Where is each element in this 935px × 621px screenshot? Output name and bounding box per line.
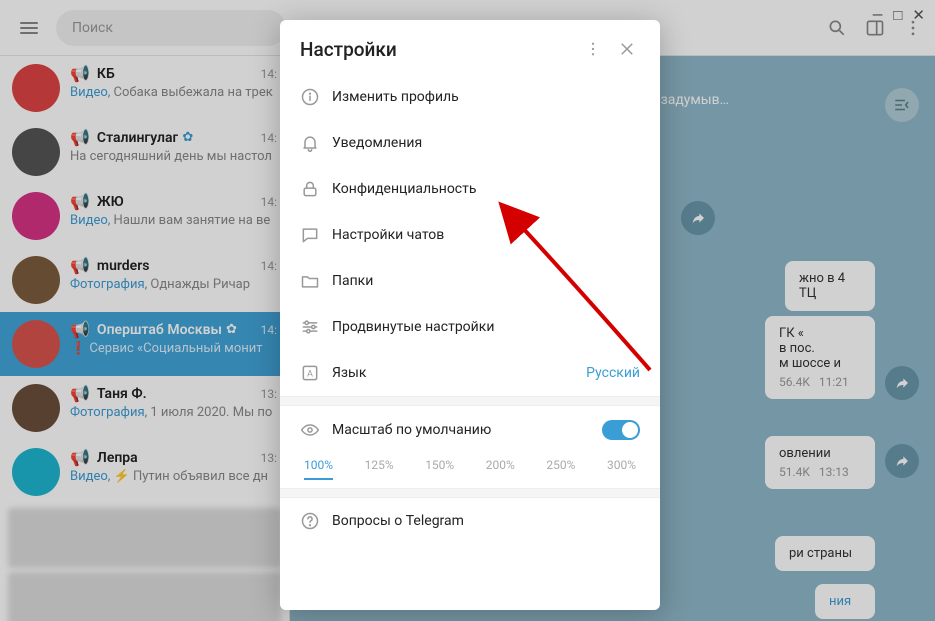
settings-item-sliders[interactable]: Продвинутые настройки [280, 304, 660, 350]
modal-close-icon[interactable] [614, 36, 640, 62]
settings-item-lang[interactable]: A Язык Русский [280, 350, 660, 396]
scale-section: Масштаб по умолчанию 100% 125% 150% 200% 250… [280, 406, 660, 488]
settings-item-lock[interactable]: Конфиденциальность [280, 166, 660, 212]
setting-label: Уведомления [332, 135, 640, 151]
modal-more-icon[interactable] [580, 36, 606, 62]
setting-label: Продвинутые настройки [332, 319, 640, 335]
scale-option[interactable]: 300% [607, 458, 636, 480]
scale-option[interactable]: 100% [304, 458, 333, 480]
folder-icon [300, 271, 332, 291]
scale-toggle[interactable] [602, 420, 640, 440]
lock-icon [300, 179, 332, 199]
settings-modal: Настройки Изменить профиль Уведомления К… [280, 20, 660, 610]
sliders-icon [300, 317, 332, 337]
info-icon [300, 87, 332, 107]
svg-text:A: A [307, 369, 313, 379]
scale-option[interactable]: 125% [365, 458, 394, 480]
divider [280, 396, 660, 406]
setting-label: Язык [332, 365, 586, 381]
setting-label: Настройки чатов [332, 227, 640, 243]
scale-label: Масштаб по умолчанию [332, 422, 602, 438]
settings-item-chat[interactable]: Настройки чатов [280, 212, 660, 258]
divider [280, 488, 660, 498]
help-icon [300, 511, 332, 531]
bell-icon [300, 133, 332, 153]
settings-item-folder[interactable]: Папки [280, 258, 660, 304]
setting-value: Русский [586, 365, 640, 381]
scale-option[interactable]: 150% [425, 458, 454, 480]
setting-label: Папки [332, 273, 640, 289]
settings-item-info[interactable]: Изменить профиль [280, 74, 660, 120]
modal-title: Настройки [300, 38, 572, 61]
scale-values: 100% 125% 150% 200% 250% 300% [300, 458, 640, 480]
scale-option[interactable]: 200% [486, 458, 515, 480]
chat-icon [300, 225, 332, 245]
eye-icon [300, 420, 332, 440]
setting-label: Изменить профиль [332, 89, 640, 105]
lang-icon: A [300, 363, 332, 383]
setting-label: Вопросы о Telegram [332, 513, 640, 529]
settings-item-faq[interactable]: Вопросы о Telegram [280, 498, 660, 544]
setting-label: Конфиденциальность [332, 181, 640, 197]
scale-option[interactable]: 250% [546, 458, 575, 480]
settings-item-bell[interactable]: Уведомления [280, 120, 660, 166]
